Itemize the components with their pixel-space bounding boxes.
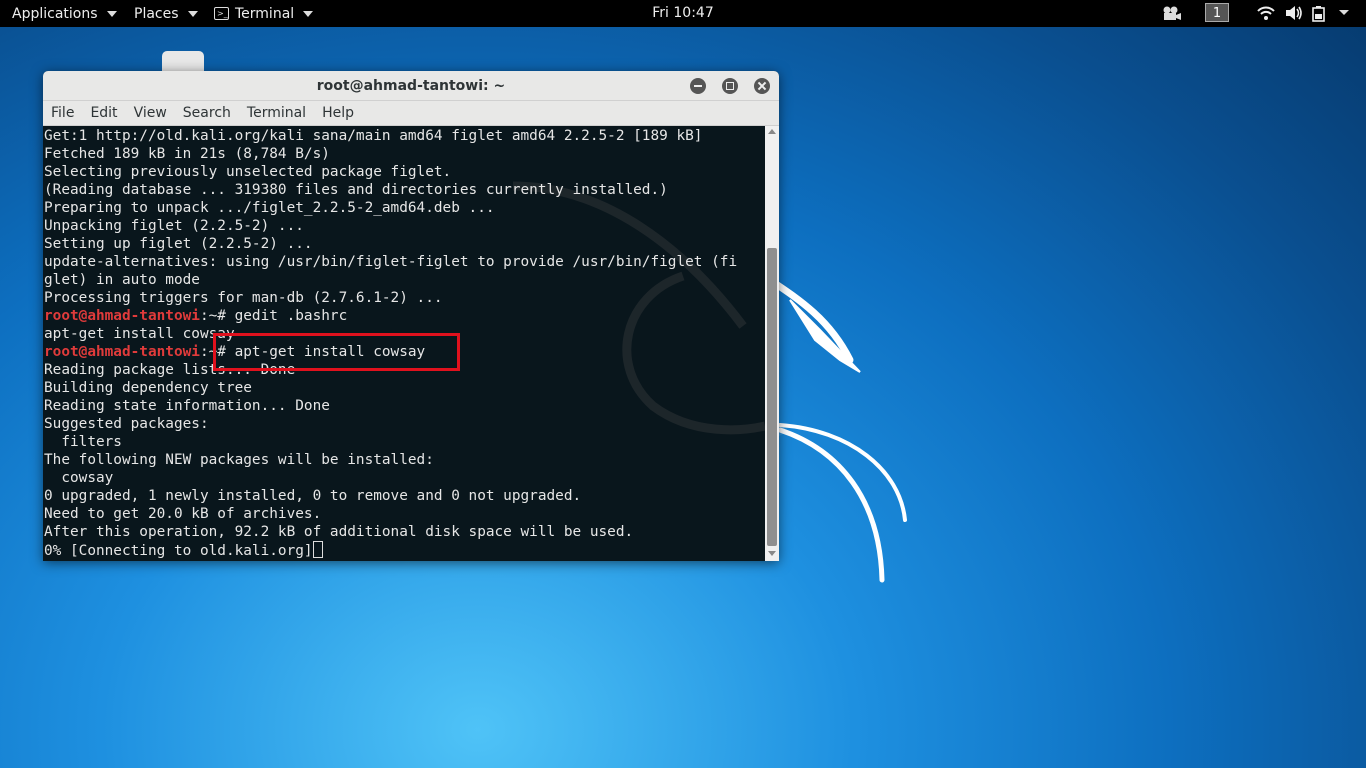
chevron-down-icon	[106, 10, 117, 17]
window-menubar: File Edit View Search Terminal Help	[43, 101, 779, 126]
terminal-line: Get:1 http://old.kali.org/kali sana/main…	[44, 127, 737, 145]
terminal-output[interactable]: Get:1 http://old.kali.org/kali sana/main…	[43, 126, 765, 561]
terminal-line-text: Need to get 20.0 kB of archives.	[44, 506, 322, 522]
applications-menu[interactable]: Applications	[12, 0, 117, 27]
terminal-app-label: Terminal	[235, 5, 295, 22]
menu-edit[interactable]: Edit	[82, 105, 125, 121]
chevron-down-icon[interactable]	[1338, 9, 1350, 17]
terminal-line-text: Selecting previously unselected package …	[44, 164, 452, 180]
menu-help[interactable]: Help	[314, 105, 362, 121]
terminal-line: update-alternatives: using /usr/bin/figl…	[44, 253, 737, 271]
terminal-line-text: :~# gedit .bashrc	[199, 308, 348, 324]
scroll-up-arrow-icon[interactable]	[768, 129, 776, 134]
terminal-line-text: 0 upgraded, 1 newly installed, 0 to remo…	[44, 488, 582, 504]
command-highlight-box	[213, 333, 460, 371]
terminal-cursor	[312, 541, 323, 558]
terminal-line-text: Preparing to unpack .../figlet_2.2.5-2_a…	[44, 200, 495, 216]
terminal-line: glet) in auto mode	[44, 271, 737, 289]
terminal-line-text: cowsay	[44, 470, 114, 486]
terminal-line: filters	[44, 433, 737, 451]
terminal-line: Suggested packages:	[44, 415, 737, 433]
terminal-line: Reading state information... Done	[44, 397, 737, 415]
terminal-line: 0% [Connecting to old.kali.org]	[44, 541, 737, 559]
terminal-line: (Reading database ... 319380 files and d…	[44, 181, 737, 199]
applications-menu-label: Applications	[12, 5, 98, 22]
terminal-line-text: glet) in auto mode	[44, 272, 200, 288]
terminal-app-menu[interactable]: >_ Terminal	[214, 0, 314, 27]
desktop-icon[interactable]	[162, 51, 204, 73]
terminal-line: Setting up figlet (2.2.5-2) ...	[44, 235, 737, 253]
terminal-line-text: Reading state information... Done	[44, 398, 330, 414]
scroll-down-arrow-icon[interactable]	[768, 551, 776, 556]
terminal-line-text: Fetched 189 kB in 21s (8,784 B/s)	[44, 146, 330, 162]
terminal-line: After this operation, 92.2 kB of additio…	[44, 523, 737, 541]
chevron-down-icon	[187, 10, 198, 17]
terminal-line-text: filters	[44, 434, 122, 450]
menu-terminal[interactable]: Terminal	[239, 105, 314, 121]
terminal-line-text: Get:1 http://old.kali.org/kali sana/main…	[44, 128, 703, 144]
terminal-line-text: After this operation, 92.2 kB of additio…	[44, 524, 634, 540]
menu-file[interactable]: File	[43, 105, 82, 121]
terminal-line: Need to get 20.0 kB of archives.	[44, 505, 737, 523]
workspace-indicator[interactable]: 1	[1205, 3, 1229, 22]
terminal-line: cowsay	[44, 469, 737, 487]
wifi-icon[interactable]	[1257, 5, 1275, 21]
window-title: root@ahmad-tantowi: ~	[316, 78, 506, 94]
terminal-scrollbar[interactable]	[765, 126, 779, 561]
battery-icon[interactable]	[1312, 5, 1334, 22]
maximize-button[interactable]	[722, 78, 738, 94]
terminal-line-text: (Reading database ... 319380 files and d…	[44, 182, 668, 198]
terminal-line-text: Building dependency tree	[44, 380, 252, 396]
terminal-line-text: Suggested packages:	[44, 416, 209, 432]
volume-icon[interactable]	[1285, 5, 1303, 21]
terminal-line: The following NEW packages will be insta…	[44, 451, 737, 469]
terminal-line: Processing triggers for man-db (2.7.6.1-…	[44, 289, 737, 307]
minimize-button[interactable]	[690, 78, 706, 94]
terminal-line-text: The following NEW packages will be insta…	[44, 452, 434, 468]
scrollbar-thumb[interactable]	[767, 248, 777, 546]
window-titlebar[interactable]: root@ahmad-tantowi: ~	[43, 71, 779, 101]
terminal-line: Unpacking figlet (2.2.5-2) ...	[44, 217, 737, 235]
terminal-line: root@ahmad-tantowi:~# gedit .bashrc	[44, 307, 737, 325]
terminal-line: 0 upgraded, 1 newly installed, 0 to remo…	[44, 487, 737, 505]
menu-search[interactable]: Search	[175, 105, 239, 121]
terminal-line-text: Setting up figlet (2.2.5-2) ...	[44, 236, 313, 252]
chevron-down-icon	[303, 10, 314, 17]
terminal-line-text: apt-get install cowsay	[44, 326, 235, 342]
terminal-window: root@ahmad-tantowi: ~ File Edit View Sea…	[43, 71, 779, 561]
close-button[interactable]	[754, 78, 770, 94]
video-camera-icon[interactable]	[1162, 5, 1182, 22]
terminal-line: Building dependency tree	[44, 379, 737, 397]
terminal-line: Preparing to unpack .../figlet_2.2.5-2_a…	[44, 199, 737, 217]
terminal-app-icon: >_	[214, 7, 229, 20]
prompt-user: root@ahmad-tantowi	[44, 308, 200, 324]
terminal-line-text: Processing triggers for man-db (2.7.6.1-…	[44, 290, 443, 306]
clock[interactable]: Fri 10:47	[652, 5, 713, 21]
terminal-line-text: 0% [Connecting to old.kali.org]	[44, 543, 313, 559]
prompt-user: root@ahmad-tantowi	[44, 344, 200, 360]
terminal-line: Selecting previously unselected package …	[44, 163, 737, 181]
top-panel: Applications Places >_ Terminal Fri 10:4…	[0, 0, 1366, 27]
places-menu-label: Places	[134, 5, 179, 22]
menu-view[interactable]: View	[126, 105, 175, 121]
terminal-line-text: update-alternatives: using /usr/bin/figl…	[44, 254, 738, 270]
terminal-line-text: Unpacking figlet (2.2.5-2) ...	[44, 218, 304, 234]
terminal-line: Fetched 189 kB in 21s (8,784 B/s)	[44, 145, 737, 163]
places-menu[interactable]: Places	[134, 0, 198, 27]
